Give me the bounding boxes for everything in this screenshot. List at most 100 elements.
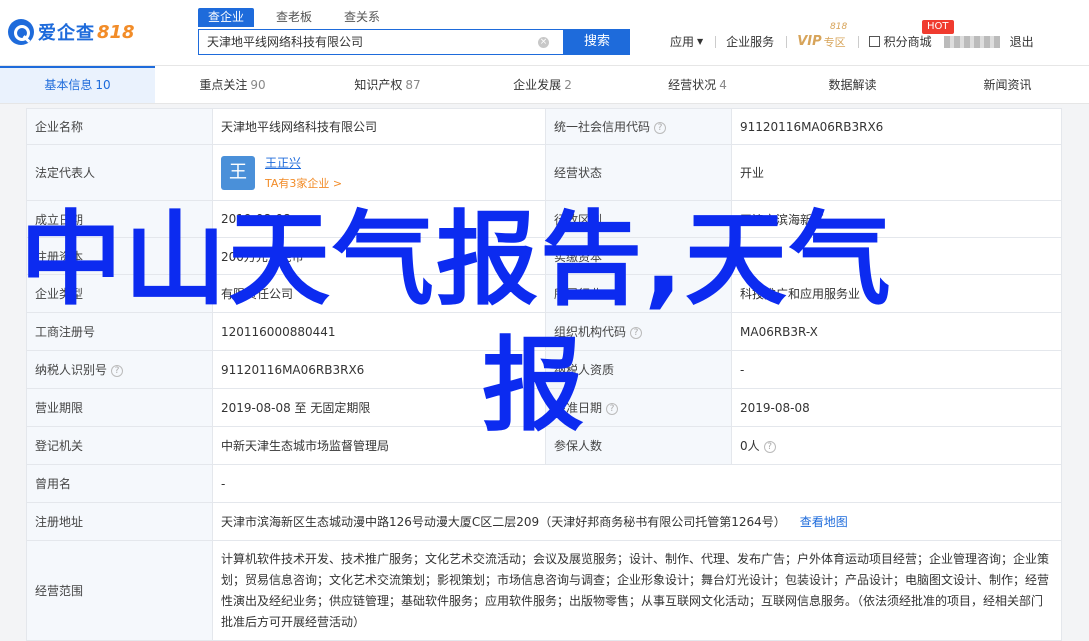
vip-label: VIP — [797, 34, 822, 49]
vip-zone-label: 专区 — [823, 35, 846, 49]
logo-818: 818 — [97, 21, 135, 43]
tab-count: 90 — [250, 78, 266, 92]
region-value: 天津市滨海新区 — [731, 200, 1062, 238]
nav-app-label: 应用 — [670, 35, 695, 49]
help-icon[interactable]: ? — [606, 402, 619, 415]
top-header: 爱企查 818 查企业 查老板 查关系 × 搜索 818 HOT 应用 ▼ 企业… — [0, 0, 1089, 66]
org-code-label-text: 组织机构代码 — [554, 325, 627, 339]
legal-rep-info: 王正兴 TA有3家企业 > — [265, 154, 342, 191]
help-icon[interactable]: ? — [111, 364, 124, 377]
tab-count: 4 — [719, 78, 727, 92]
term-value: 2019-08-08 至 无固定期限 — [212, 388, 546, 427]
tab-operations[interactable]: 经营状况 4 — [620, 66, 775, 103]
founded-label: 成立日期 — [26, 200, 213, 238]
tab-count: 87 — [405, 78, 421, 92]
tab-news[interactable]: 新闻资讯 — [930, 66, 1085, 103]
caret-down-icon: ▼ — [697, 37, 704, 46]
tab-label: 重点关注 — [199, 78, 248, 92]
tab-development[interactable]: 企业发展 2 — [465, 66, 620, 103]
gift-icon — [868, 36, 880, 47]
company-name-value: 天津地平线网络科技有限公司 — [212, 108, 546, 145]
table-row: 注册地址 天津市滨海新区生态城动漫中路126号动漫大厦C区二层209（天津好邦商… — [26, 502, 1062, 541]
tab-count: 2 — [564, 78, 572, 92]
company-name-label: 企业名称 — [26, 108, 213, 145]
logo-text: 爱企查 — [38, 23, 95, 44]
nav-app[interactable]: 应用 ▼ — [670, 33, 703, 50]
credit-code-value: 91120116MA06RB3RX6 — [731, 108, 1062, 145]
reg-no-label: 工商注册号 — [26, 312, 213, 351]
approved-label-text: 核准日期 — [554, 401, 603, 415]
insured-cell: 0人? — [731, 426, 1062, 465]
legal-rep-cell: 王 王正兴 TA有3家企业 > — [212, 144, 546, 201]
legal-rep-companies-link[interactable]: TA有3家企业 > — [265, 175, 342, 191]
paid-capital-value: - — [731, 237, 1062, 275]
help-icon[interactable]: ? — [630, 326, 643, 339]
authority-value: 中新天津生态城市场监督管理局 — [212, 426, 546, 465]
vip-818-badge: 818 — [830, 22, 848, 32]
user-name-blurred[interactable] — [943, 35, 1000, 48]
table-row: 曾用名 - — [26, 464, 1062, 503]
industry-label: 所属行业 — [545, 274, 732, 313]
term-label: 营业期限 — [26, 388, 213, 427]
approved-value: 2019-08-08 — [731, 388, 1062, 427]
table-row: 纳税人识别号? 91120116MA06RB3RX6 纳税人资质 - — [26, 350, 1062, 389]
company-type-value: 有限责任公司 — [212, 274, 546, 313]
credit-code-label: 统一社会信用代码? — [545, 108, 732, 145]
nav-vip-zone[interactable]: VIP 专区 — [797, 34, 845, 50]
reg-no-value: 120116000880441 — [212, 312, 546, 351]
taxpayer-qualification-value: - — [731, 350, 1062, 389]
tab-count: 10 — [95, 78, 111, 92]
search-tabs: 查企业 查老板 查关系 — [198, 8, 402, 27]
status-value: 开业 — [731, 144, 1062, 201]
table-row: 成立日期 2019-08-08 行政区划 天津市滨海新区 — [26, 200, 1062, 238]
nav-right: 应用 ▼ 企业服务 VIP 专区 积分商城 退出 — [670, 33, 1046, 50]
status-label: 经营状态 — [545, 144, 732, 201]
divider — [786, 35, 788, 48]
avatar[interactable]: 王 — [221, 155, 255, 190]
taxpayer-value: 91120116MA06RB3RX6 — [212, 350, 546, 389]
clear-icon[interactable]: × — [538, 37, 549, 48]
search-tab-boss[interactable]: 查老板 — [266, 8, 322, 27]
former-name-label: 曾用名 — [26, 464, 213, 503]
tab-label: 基本信息 — [44, 78, 93, 92]
divider — [715, 35, 717, 48]
tab-data-analysis[interactable]: 数据解读 — [775, 66, 930, 103]
tab-label: 知识产权 — [354, 78, 403, 92]
company-type-label: 企业类型 — [26, 274, 213, 313]
founded-value: 2019-08-08 — [212, 200, 546, 238]
view-map-link[interactable]: 查看地图 — [800, 515, 848, 529]
points-mall-label: 积分商城 — [883, 35, 932, 49]
table-row: 营业期限 2019-08-08 至 无固定期限 核准日期? 2019-08-08 — [26, 388, 1062, 427]
paid-capital-label: 实缴资本 — [545, 237, 732, 275]
legal-rep-name-link[interactable]: 王正兴 — [265, 154, 342, 171]
capital-label: 注册资本 — [26, 237, 213, 275]
search-tab-company[interactable]: 查企业 — [198, 8, 255, 27]
section-tabs: 基本信息 10 重点关注 90 知识产权 87 企业发展 2 经营状况 4 数据解读 新闻… — [0, 66, 1089, 104]
basic-info-table: 企业名称 天津地平线网络科技有限公司 统一社会信用代码? 91120116MA0… — [26, 108, 1062, 641]
table-row: 企业名称 天津地平线网络科技有限公司 统一社会信用代码? 91120116MA0… — [26, 108, 1062, 145]
org-code-label: 组织机构代码? — [545, 312, 732, 351]
taxpayer-qualification-label: 纳税人资质 — [545, 350, 732, 389]
nav-logout[interactable]: 退出 — [1010, 33, 1034, 50]
capital-value: 200万元人民币 — [212, 237, 546, 275]
nav-points-mall[interactable]: 积分商城 — [868, 33, 932, 50]
insured-value: 0人 — [740, 439, 760, 453]
search-box: × — [198, 29, 564, 55]
legal-rep: 王 王正兴 TA有3家企业 > — [221, 154, 537, 191]
search-input[interactable] — [207, 34, 527, 48]
tab-basic-info[interactable]: 基本信息 10 — [0, 66, 155, 103]
search-button[interactable]: 搜索 — [564, 29, 630, 55]
hot-badge: HOT — [922, 20, 954, 34]
legal-rep-label: 法定代表人 — [26, 144, 213, 201]
search-tab-relation[interactable]: 查关系 — [334, 8, 390, 27]
divider — [857, 35, 859, 48]
tab-label: 企业发展 — [513, 78, 562, 92]
logo[interactable]: 爱企查 818 — [8, 18, 135, 46]
tab-ip[interactable]: 知识产权 87 — [310, 66, 465, 103]
tab-key-focus[interactable]: 重点关注 90 — [155, 66, 310, 103]
approved-label: 核准日期? — [545, 388, 732, 427]
org-code-value: MA06RB3R-X — [731, 312, 1062, 351]
help-icon[interactable]: ? — [763, 440, 776, 453]
help-icon[interactable]: ? — [654, 121, 667, 134]
nav-enterprise-service[interactable]: 企业服务 — [726, 33, 774, 50]
